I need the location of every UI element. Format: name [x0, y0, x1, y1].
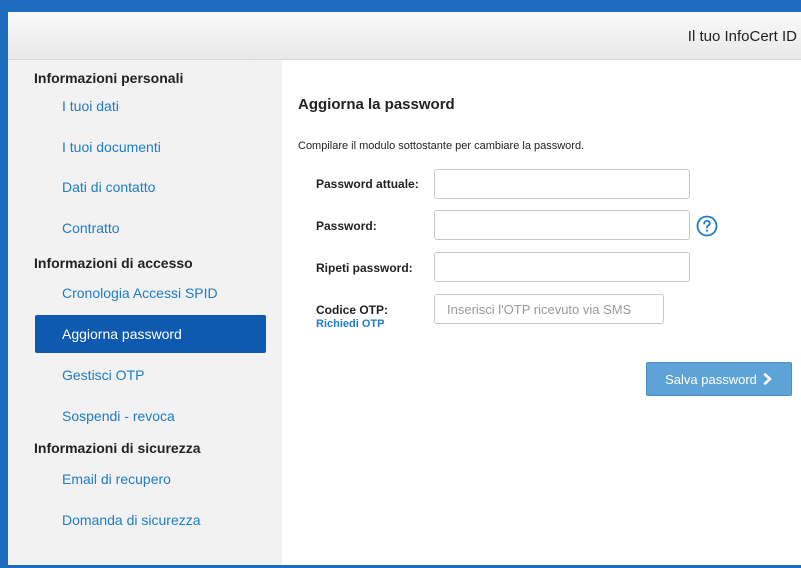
sidebar-section-access-info: Informazioni di accesso — [34, 255, 193, 271]
question-circle-icon[interactable] — [696, 215, 718, 237]
top-bar: Il tuo InfoCert ID — [8, 12, 801, 60]
sidebar-item-gestisci-otp[interactable]: Gestisci OTP — [35, 356, 266, 394]
current-password-input[interactable] — [434, 169, 690, 199]
sidebar-section-personal-info: Informazioni personali — [34, 70, 184, 86]
chevron-right-icon — [763, 373, 772, 385]
sidebar: Informazioni personali I tuoi dati I tuo… — [8, 60, 282, 565]
page-title: Aggiorna la password — [298, 96, 455, 113]
sidebar-item-dati-di-contatto[interactable]: Dati di contatto — [35, 168, 266, 206]
sidebar-item-domanda-di-sicurezza[interactable]: Domanda di sicurezza — [35, 501, 266, 539]
save-password-label: Salva password — [665, 371, 757, 387]
sidebar-item-aggiorna-password[interactable]: Aggiorna password — [35, 315, 266, 353]
sidebar-item-contratto[interactable]: Contratto — [35, 209, 266, 247]
app-title: Il tuo InfoCert ID — [687, 28, 797, 45]
current-password-label: Password attuale: — [316, 177, 419, 191]
new-password-input[interactable] — [434, 210, 690, 240]
main-content: Aggiorna la password Compilare il modulo… — [282, 60, 801, 565]
sidebar-item-cronologia-accessi-spid[interactable]: Cronologia Accessi SPID — [35, 274, 266, 312]
app-window: Il tuo InfoCert ID Informazioni personal… — [8, 12, 801, 565]
otp-label: Codice OTP: — [316, 303, 389, 317]
otp-input[interactable] — [434, 294, 664, 324]
sidebar-item-i-tuoi-dati[interactable]: I tuoi dati — [35, 87, 266, 125]
page-intro: Compilare il modulo sottostante per camb… — [298, 140, 585, 152]
sidebar-item-i-tuoi-documenti[interactable]: I tuoi documenti — [35, 128, 266, 166]
sidebar-item-sospendi-revoca[interactable]: Sospendi - revoca — [35, 397, 266, 435]
browser-frame: Il tuo InfoCert ID Informazioni personal… — [0, 0, 801, 568]
sidebar-item-email-di-recupero[interactable]: Email di recupero — [35, 460, 266, 498]
save-password-button[interactable]: Salva password — [646, 362, 792, 396]
repeat-password-input[interactable] — [434, 252, 690, 282]
sidebar-section-security-info: Informazioni di sicurezza — [34, 440, 201, 456]
repeat-password-label: Ripeti password: — [316, 261, 413, 275]
request-otp-link[interactable]: Richiedi OTP — [316, 318, 384, 330]
new-password-label: Password: — [316, 219, 377, 233]
